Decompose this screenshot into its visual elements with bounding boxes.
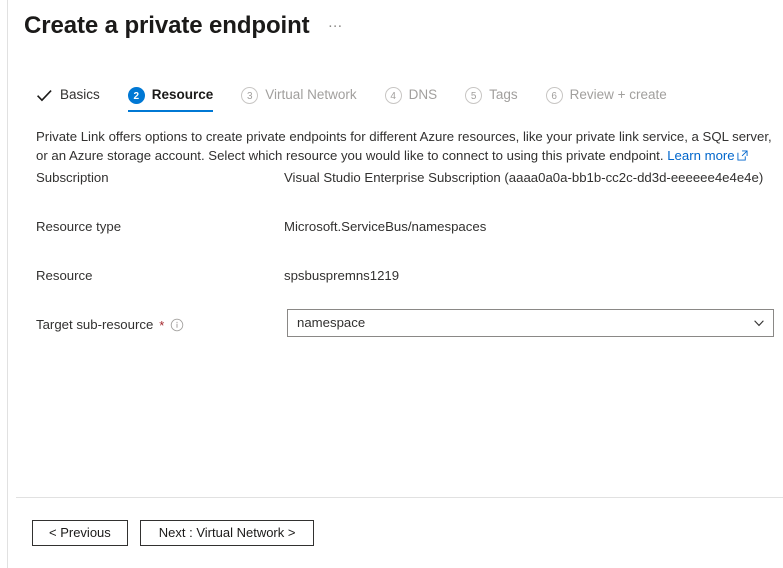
target-sub-resource-label: Target sub-resource * [36, 316, 184, 334]
tab-review-create-badge: 6 [545, 86, 563, 104]
page-title: Create a private endpoint [24, 12, 310, 39]
wizard-tab-list: Basics 2 Resource 3 Virtual Network 4 DN… [36, 86, 695, 113]
target-sub-resource-dropdown[interactable]: namespace [287, 309, 774, 337]
tab-resource[interactable]: 2 Resource [127, 86, 228, 113]
tab-virtual-network-badge: 3 [241, 86, 259, 104]
chevron-down-icon [754, 320, 764, 327]
field-row-target-sub-resource: Target sub-resource * namespace [36, 309, 776, 362]
tab-basics-label: Basics [60, 87, 100, 102]
blade-description: Private Link offers options to create pr… [36, 127, 776, 165]
tab-dns-badge: 4 [384, 86, 402, 104]
target-sub-resource-label-text: Target sub-resource [36, 317, 154, 332]
tab-tags-label: Tags [489, 87, 518, 102]
resource-form: Subscription Visual Studio Enterprise Su… [36, 166, 776, 362]
tab-dns-label: DNS [408, 87, 438, 102]
resource-type-value: Microsoft.ServiceBus/namespaces [284, 219, 487, 234]
learn-more-link[interactable]: Learn more [667, 148, 734, 163]
field-row-resource: Resource spsbuspremns1219 [36, 264, 776, 313]
required-marker: * [159, 317, 165, 333]
resource-label: Resource [36, 267, 92, 285]
tab-basics[interactable]: Basics [36, 86, 114, 113]
checkmark-icon [37, 89, 52, 101]
more-options-button[interactable]: … [324, 12, 348, 40]
wizard-footer: < Previous Next : Virtual Network > [32, 520, 315, 546]
tab-virtual-network-label: Virtual Network [265, 87, 357, 102]
blade-header: Create a private endpoint … [24, 10, 348, 42]
field-row-resource-type: Resource type Microsoft.ServiceBus/names… [36, 215, 776, 264]
external-link-icon [737, 150, 748, 161]
tab-dns[interactable]: 4 DNS [384, 86, 452, 113]
tab-resource-badge: 2 [127, 86, 145, 104]
tab-tags[interactable]: 5 Tags [465, 86, 532, 113]
resource-value: spsbuspremns1219 [284, 268, 400, 283]
subscription-value: Visual Studio Enterprise Subscription (a… [284, 170, 764, 185]
info-icon[interactable] [170, 318, 184, 332]
description-text: Private Link offers options to create pr… [36, 129, 772, 163]
subscription-label: Subscription [36, 169, 109, 187]
resource-type-label: Resource type [36, 218, 121, 236]
tab-review-create-label: Review + create [569, 87, 667, 102]
tab-virtual-network[interactable]: 3 Virtual Network [241, 86, 370, 113]
target-sub-resource-selected-value: namespace [297, 315, 366, 330]
create-private-endpoint-blade: Create a private endpoint … Basics 2 Res… [8, 0, 783, 568]
tab-tags-badge: 5 [465, 86, 483, 104]
field-row-subscription: Subscription Visual Studio Enterprise Su… [36, 166, 776, 215]
footer-divider [16, 497, 783, 498]
next-virtual-network-button[interactable]: Next : Virtual Network > [139, 520, 315, 546]
previous-button[interactable]: < Previous [32, 520, 128, 546]
resource-type-label-text: Resource type [36, 219, 122, 234]
resource-label-text: Resource [36, 268, 93, 283]
tab-resource-label: Resource [151, 87, 214, 102]
tab-review-create[interactable]: 6 Review + create [545, 86, 681, 113]
subscription-label-text: Subscription [36, 170, 109, 185]
